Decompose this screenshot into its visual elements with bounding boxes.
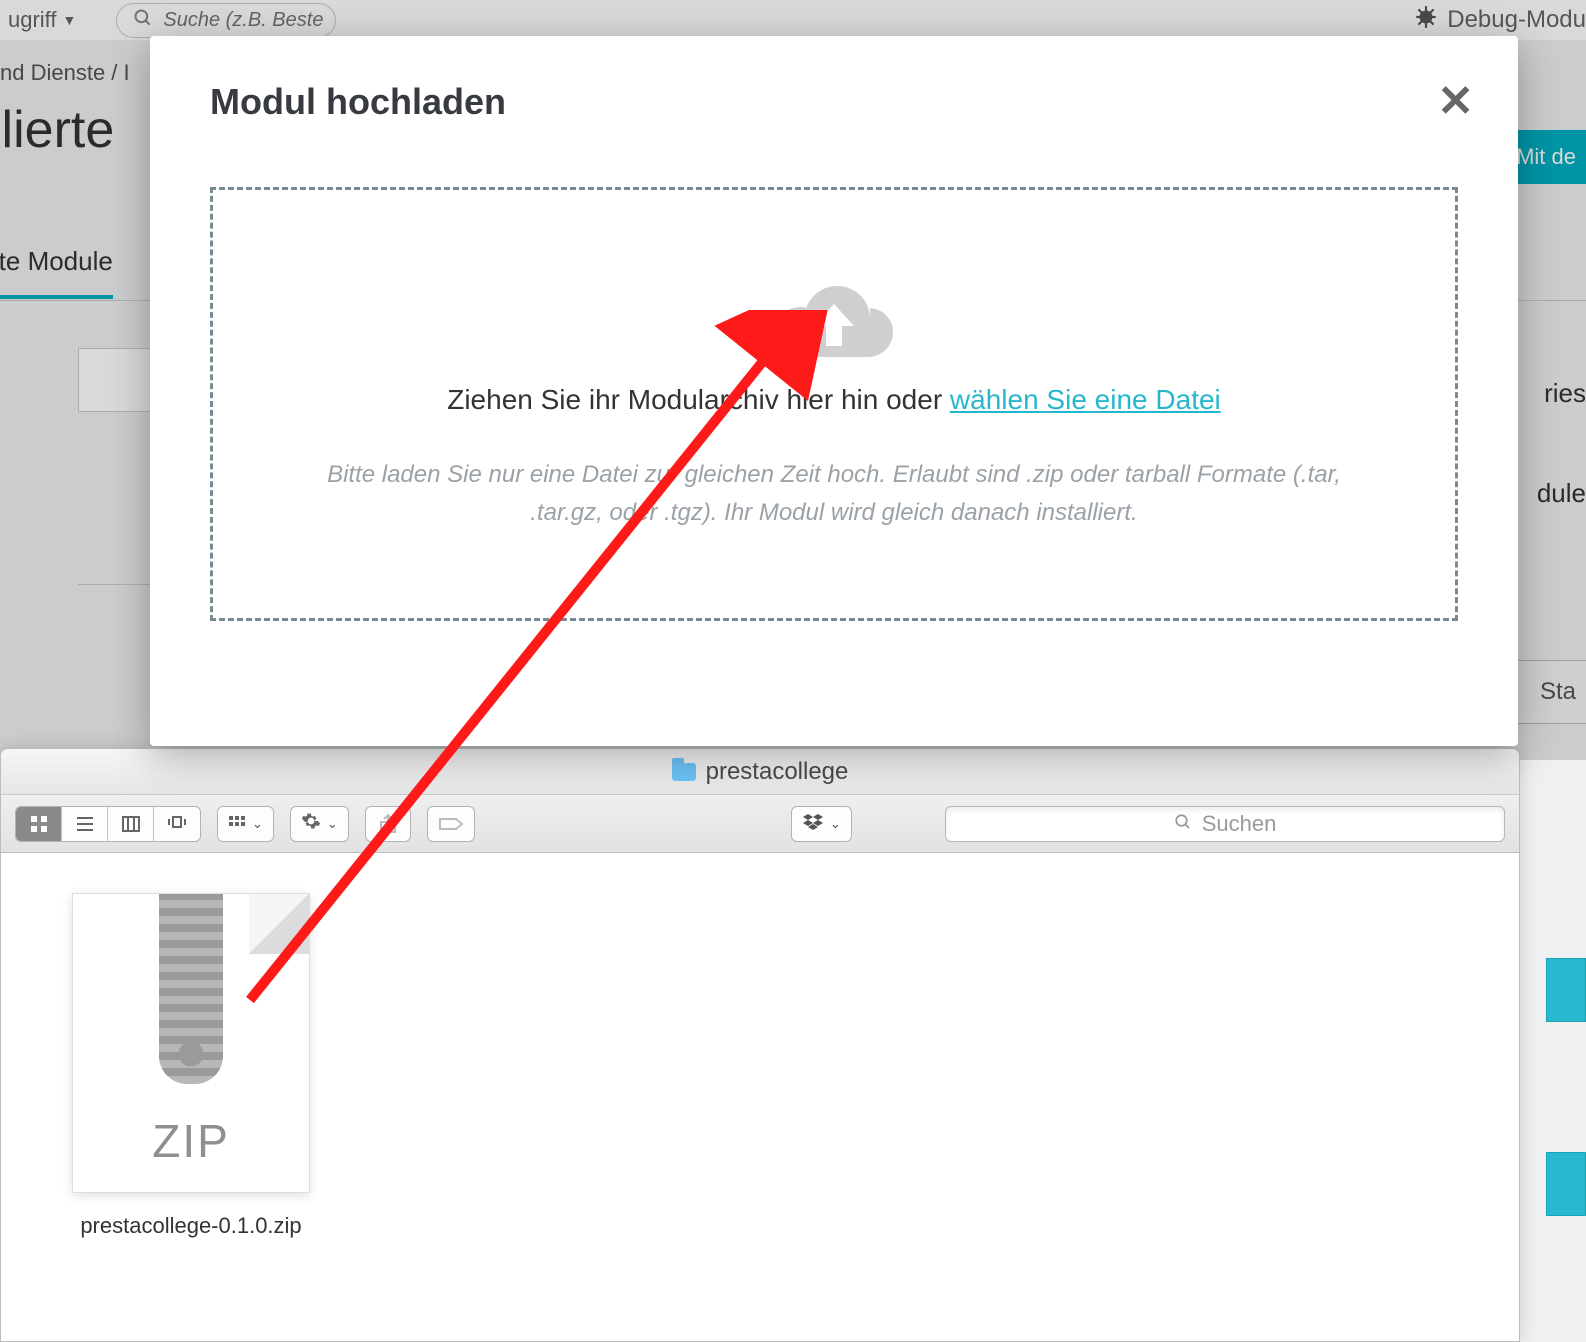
chevron-down-icon: ⌄: [830, 816, 841, 832]
finder-body[interactable]: ZIP prestacollege-0.1.0.zip: [1, 853, 1519, 1279]
icon-view-button[interactable]: [16, 807, 62, 841]
dropzone-instruction: Ziehen Sie ihr Modularchiv hier hin oder…: [447, 384, 1221, 416]
arrange-button[interactable]: ⌄: [217, 806, 274, 842]
file-item[interactable]: ZIP prestacollege-0.1.0.zip: [61, 893, 321, 1239]
column-view-button[interactable]: [108, 807, 154, 841]
zip-file-icon: ZIP: [72, 893, 310, 1193]
close-icon[interactable]: ✕: [1437, 76, 1474, 127]
finder-window: prestacollege ⌄ ⌄: [0, 748, 1520, 1342]
zipper-icon: [159, 894, 223, 1084]
chevron-down-icon: ⌄: [327, 816, 338, 832]
modal-header: Modul hochladen ✕: [150, 36, 1518, 127]
finder-search-placeholder: Suchen: [1202, 811, 1277, 837]
gear-icon: [301, 811, 321, 837]
action-menu-button[interactable]: ⌄: [290, 806, 349, 842]
finder-search[interactable]: Suchen: [945, 806, 1505, 842]
zip-badge: ZIP: [152, 1114, 230, 1168]
file-name-label[interactable]: prestacollege-0.1.0.zip: [61, 1213, 321, 1239]
view-mode-segmented[interactable]: [15, 806, 201, 842]
file-dropzone[interactable]: Ziehen Sie ihr Modularchiv hier hin oder…: [210, 187, 1458, 621]
share-button[interactable]: [365, 806, 411, 842]
dropzone-text: Ziehen Sie ihr Modularchiv hier hin oder: [447, 384, 950, 415]
finder-titlebar[interactable]: prestacollege: [1, 749, 1519, 795]
choose-file-link[interactable]: wählen Sie eine Datei: [950, 384, 1221, 415]
coverflow-view-button[interactable]: [154, 807, 200, 841]
chevron-down-icon: ⌄: [252, 816, 263, 832]
action-button[interactable]: [1546, 1152, 1586, 1216]
search-icon: [1174, 811, 1192, 837]
page-fold-icon: [249, 894, 309, 954]
action-button[interactable]: [1546, 958, 1586, 1022]
upload-module-modal: Modul hochladen ✕ Ziehen Sie ihr Modular…: [150, 36, 1518, 746]
dropzone-hint: Bitte laden Sie nur eine Datei zur gleic…: [294, 456, 1374, 533]
cloud-upload-icon: [770, 276, 898, 366]
dropbox-button[interactable]: ⌄: [791, 806, 852, 842]
modal-title: Modul hochladen: [210, 81, 506, 123]
list-view-button[interactable]: [62, 807, 108, 841]
folder-icon: [672, 763, 696, 781]
finder-toolbar: ⌄ ⌄ ⌄ Suchen: [1, 795, 1519, 853]
finder-folder-name: prestacollege: [706, 758, 849, 786]
tags-button[interactable]: [427, 806, 475, 842]
